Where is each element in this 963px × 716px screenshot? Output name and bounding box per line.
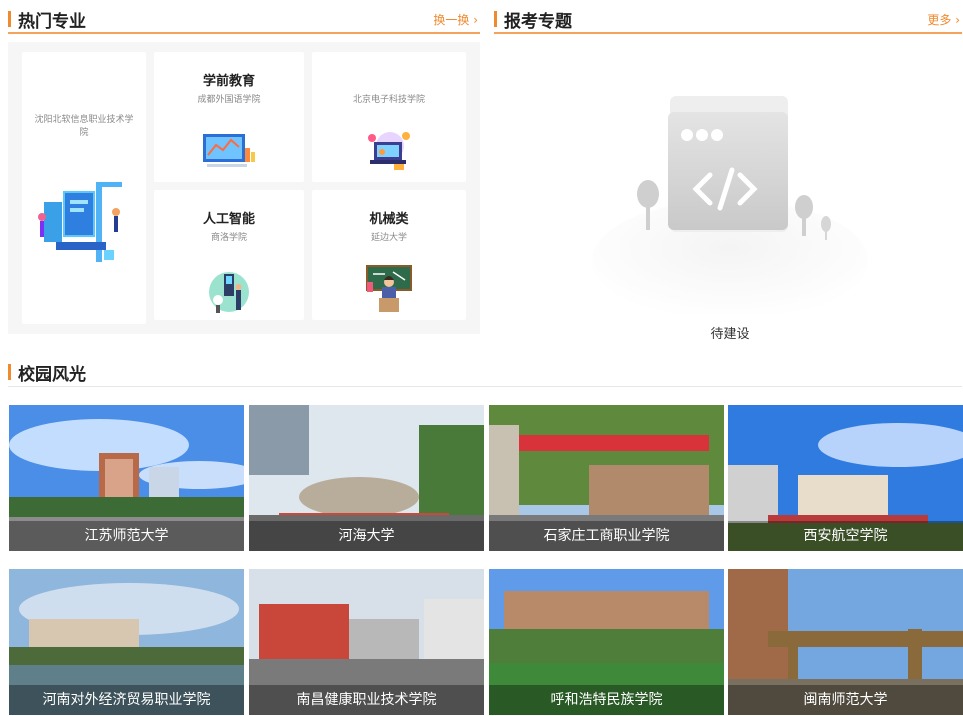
chevron-right-icon: › <box>955 13 960 27</box>
major-card[interactable]: 人工智能 商洛学院 <box>154 190 304 320</box>
refresh-button[interactable]: 换一换 › <box>433 11 478 28</box>
laptop-coding-icon <box>368 132 410 170</box>
featured-major-card[interactable]: 沈阳北软信息职业技术学院 <box>22 52 146 324</box>
tech-illustration-icon <box>38 182 122 262</box>
major-card[interactable]: 学前教育 成都外国语学院 <box>154 52 304 182</box>
campus-photo-card[interactable]: 河南对外经济贸易职业学院 <box>9 569 244 715</box>
major-card[interactable]: 机械类 延边大学 <box>312 190 466 320</box>
campus-photo-card[interactable]: 河海大学 <box>249 405 484 551</box>
campus-header: 校园风光 <box>8 357 962 387</box>
campus-name: 闽南师范大学 <box>728 685 963 715</box>
more-label: 更多 <box>927 13 952 27</box>
classroom-chart-icon <box>203 134 255 167</box>
campus-name: 南昌健康职业技术学院 <box>249 685 484 715</box>
campus-photo-card[interactable]: 南昌健康职业技术学院 <box>249 569 484 715</box>
teacher-blackboard-icon <box>366 265 412 312</box>
campus-photo-card[interactable]: 西安航空学院 <box>728 405 963 551</box>
empty-code-illustration-icon <box>592 96 868 320</box>
section-marker <box>8 364 11 380</box>
chevron-right-icon: › <box>473 13 478 27</box>
topics-title: 报考专题 <box>504 12 572 32</box>
campus-name: 河海大学 <box>249 521 484 551</box>
section-marker <box>8 11 11 27</box>
major-card[interactable]: 北京电子科技学院 <box>312 52 466 182</box>
ai-robot-icon <box>209 272 249 313</box>
featured-school: 沈阳北软信息职业技术学院 <box>34 115 134 138</box>
campus-name: 江苏师范大学 <box>9 521 244 551</box>
campus-photo-card[interactable]: 石家庄工商职业学院 <box>489 405 724 551</box>
major-school: 成都外国语学院 <box>197 95 261 105</box>
campus-name: 呼和浩特民族学院 <box>489 685 724 715</box>
topics-empty-state: 待建设 <box>590 90 870 342</box>
hot-majors-title: 热门专业 <box>18 12 86 32</box>
section-marker <box>494 11 497 27</box>
campus-name: 石家庄工商职业学院 <box>489 521 724 551</box>
campus-name: 河南对外经济贸易职业学院 <box>9 685 244 715</box>
hot-majors-header: 热门专业 换一换 › <box>8 4 480 34</box>
major-school: 延边大学 <box>370 233 407 243</box>
empty-state-text: 待建设 <box>710 327 750 342</box>
campus-title: 校园风光 <box>18 365 86 385</box>
campus-photo-card[interactable]: 闽南师范大学 <box>728 569 963 715</box>
campus-name: 西安航空学院 <box>728 521 963 551</box>
campus-photo-card[interactable]: 江苏师范大学 <box>9 405 244 551</box>
major-name: 机械类 <box>369 212 409 227</box>
campus-photo-card[interactable]: 呼和浩特民族学院 <box>489 569 724 715</box>
topics-header: 报考专题 更多 › <box>494 4 962 34</box>
major-name <box>312 70 466 86</box>
major-school: 商洛学院 <box>210 233 247 243</box>
more-button[interactable]: 更多 › <box>927 11 960 28</box>
major-name: 人工智能 <box>202 212 255 227</box>
refresh-label: 换一换 <box>433 13 470 27</box>
major-school: 北京电子科技学院 <box>352 95 425 105</box>
hot-majors-panel: 沈阳北软信息职业技术学院 学前教育 成都外国语学院 北京电子科技学院 人工智能 … <box>8 42 480 334</box>
major-name: 学前教育 <box>202 74 255 89</box>
